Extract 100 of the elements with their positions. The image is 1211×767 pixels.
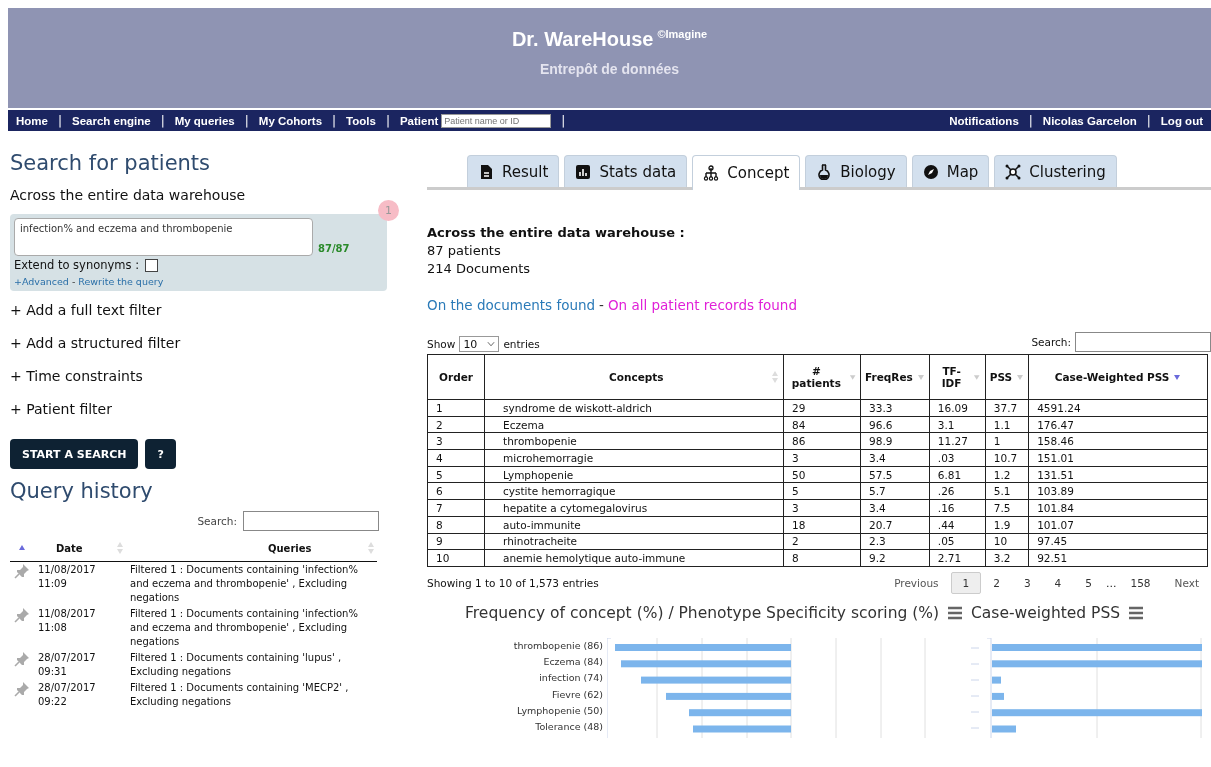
nav-separator: | <box>385 113 390 128</box>
section-title: Query history <box>10 479 154 503</box>
advanced-link[interactable]: +Advanced <box>14 276 69 287</box>
nav-link[interactable]: Search engine <box>72 114 151 127</box>
search-button[interactable]: START A SEARCH <box>10 439 139 469</box>
column-header[interactable]: Date <box>56 542 83 554</box>
tab[interactable]: Biology <box>805 155 907 187</box>
patient-field[interactable]: Patient name or ID <box>441 113 552 128</box>
table-cell: 16.09 <box>929 399 986 417</box>
nav-link[interactable]: Notifications <box>949 114 1019 127</box>
page-size-select[interactable]: 10 <box>459 336 500 352</box>
flask-icon <box>816 163 833 180</box>
nav-link[interactable]: Nicolas Garcelon <box>1042 114 1137 127</box>
sort-icon <box>116 541 124 555</box>
column-header[interactable]: Concepts <box>609 371 664 383</box>
table-cell: 101.07 <box>1028 516 1208 533</box>
patient-label: Patient <box>399 114 439 127</box>
table-cell: auto-immunite <box>484 516 784 533</box>
chevron-down-icon <box>487 341 496 347</box>
nav-link[interactable]: Log out <box>1160 114 1203 127</box>
table-cell: 1 <box>427 399 485 417</box>
table-cell: 151.01 <box>1028 449 1208 467</box>
pin-icon <box>14 607 30 623</box>
column-header[interactable]: Queries <box>268 542 312 554</box>
sort-icon <box>771 370 780 384</box>
table-cell: 3.4 <box>860 449 930 467</box>
page-link[interactable]: 1 <box>950 571 982 594</box>
table-cell: 8 <box>783 549 861 567</box>
nav-link[interactable]: Tools <box>346 114 376 127</box>
page-link[interactable]: 158 <box>1118 571 1163 594</box>
query-cell-text: Filtered 1 : Documents containing 'MECP2' , Excluding negations <box>129 681 350 709</box>
table-cell: 101.84 <box>1028 499 1208 517</box>
help-button[interactable]: ? <box>145 439 176 469</box>
filter-link[interactable]: + Add a full text filter <box>10 302 388 324</box>
sort-down-icon <box>1016 373 1025 381</box>
table-cell: 5.7 <box>860 482 930 500</box>
table-cell: cystite hemorragique <box>484 482 784 500</box>
page-link[interactable]: 2 <box>981 571 1012 594</box>
axis-label: Lymphopenie (50) <box>516 705 604 719</box>
table-cell: 10 <box>985 533 1029 550</box>
column-header[interactable]: FreqRes <box>865 371 913 383</box>
records-link[interactable]: On all patient records found <box>607 297 797 313</box>
nav-separator: | <box>160 113 165 128</box>
date-cell-text: 28/07/2017 09:31 <box>37 651 97 679</box>
table-cell: 20.7 <box>860 516 930 533</box>
table-cell: 6 <box>427 482 485 500</box>
column-header[interactable]: Order <box>439 371 473 383</box>
synonyms-checkbox[interactable] <box>145 258 159 272</box>
page-link[interactable]: 3 <box>1011 571 1043 594</box>
table-cell: 3.2 <box>985 549 1029 567</box>
table-cell: .03 <box>929 449 986 467</box>
page-link[interactable]: 4 <box>1042 571 1074 594</box>
table-cell: 176.47 <box>1028 416 1208 433</box>
table-cell: 3 <box>427 432 485 450</box>
tab[interactable]: Result <box>467 155 560 187</box>
table-cell: rhinotracheite <box>484 533 784 550</box>
rewrite-link[interactable]: Rewrite the query <box>78 276 164 287</box>
documents-link[interactable]: On the documents found <box>427 297 596 313</box>
page-link[interactable]: 5 <box>1073 571 1104 594</box>
query-field[interactable]: infection% and eczema and thrombopenie <box>14 218 313 256</box>
tab[interactable]: Clustering <box>994 155 1117 187</box>
column-header[interactable]: PSS <box>989 371 1013 383</box>
filter-link[interactable]: + Add a structured filter <box>10 335 388 357</box>
nav-link[interactable]: My Cohorts <box>258 114 323 127</box>
table-cell: 8 <box>427 516 485 533</box>
nav-separator: | <box>1028 113 1033 128</box>
scope-heading: Across the entire data warehouse <box>10 187 247 203</box>
section-title: Search for patients <box>10 151 212 175</box>
synonyms-label: Extend to synonyms : <box>14 258 140 272</box>
filter-link[interactable]: + Time constraints <box>10 368 388 390</box>
column-header[interactable]: Case-Weighted PSS <box>1054 371 1170 383</box>
query-cell-text: Filtered 1 : Documents containing 'lupus' , Excluding negations <box>129 651 343 679</box>
table-cell: 98.9 <box>860 432 930 450</box>
bar <box>992 692 1004 700</box>
tab[interactable]: Stats data <box>564 155 688 187</box>
tab[interactable]: Map <box>911 155 990 187</box>
nav-link[interactable]: My queries <box>174 114 235 127</box>
pagination-link[interactable]: Previous <box>882 571 951 594</box>
table-cell: 18 <box>783 516 861 533</box>
table-cell: 7.5 <box>985 499 1029 517</box>
table-cell: .16 <box>929 499 986 517</box>
table-cell: anemie hemolytique auto-immune <box>484 549 784 567</box>
hierarchy-icon <box>703 165 720 181</box>
table-cell: 4591.24 <box>1028 399 1208 417</box>
tab[interactable]: Concept <box>692 155 801 190</box>
link-separator: - <box>71 276 76 287</box>
pagination-link[interactable]: Next <box>1162 571 1211 594</box>
patient-count: 87 patients <box>427 242 502 260</box>
sort-down-icon <box>1173 373 1182 381</box>
table-cell: 9 <box>427 533 485 550</box>
table-cell: 29 <box>783 399 861 417</box>
search-field[interactable] <box>1075 332 1211 352</box>
result-count: 87/87 <box>318 243 350 254</box>
pin-icon <box>14 651 30 667</box>
table-cell: 96.6 <box>860 416 930 433</box>
table-cell: 11.27 <box>929 432 986 450</box>
search-field[interactable] <box>243 511 380 531</box>
entries-label: entries <box>503 338 540 350</box>
nav-link[interactable]: Home <box>16 114 48 127</box>
filter-link[interactable]: + Patient filter <box>10 401 388 423</box>
